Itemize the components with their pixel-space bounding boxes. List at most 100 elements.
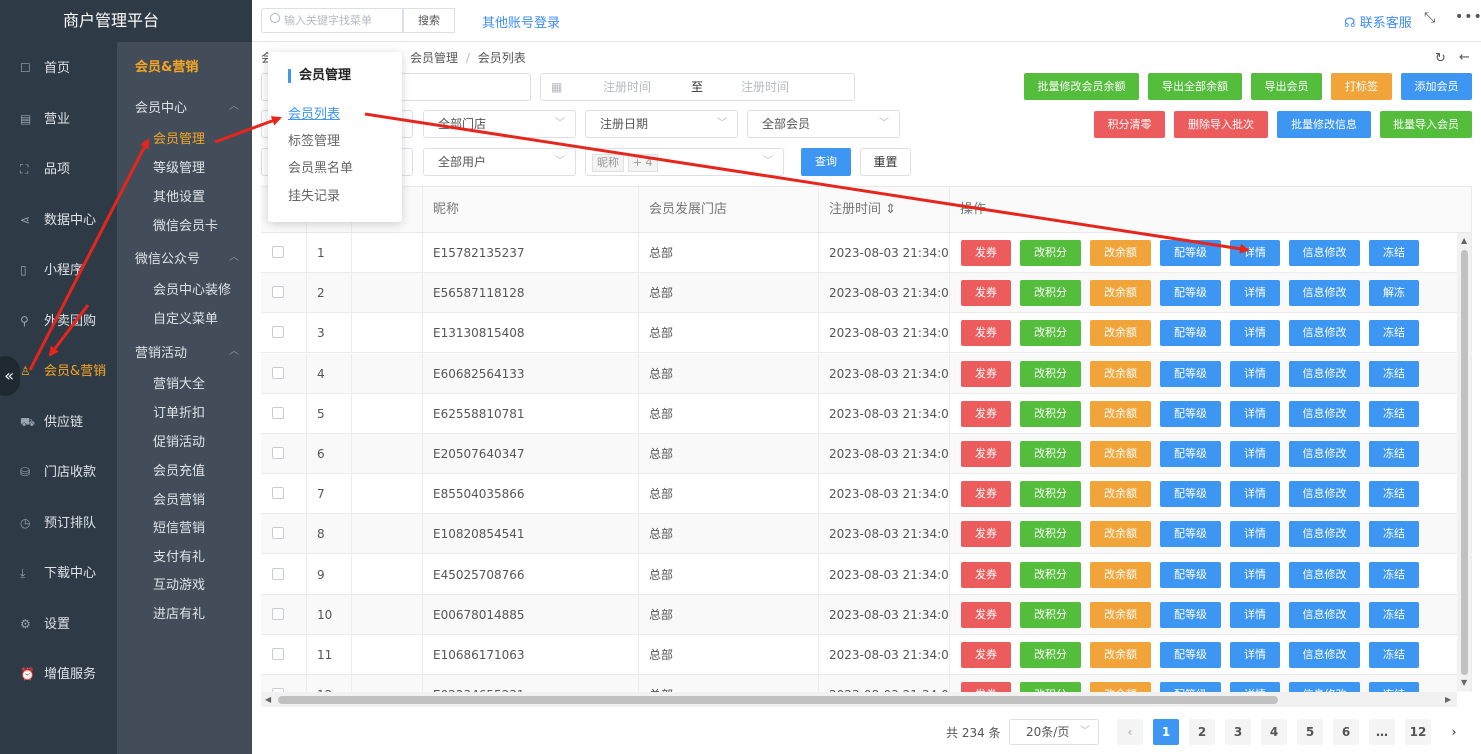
- subnav-item[interactable]: 等级管理: [153, 157, 205, 176]
- details-button[interactable]: 详情: [1230, 521, 1280, 548]
- subnav-item[interactable]: 营销大全: [153, 373, 205, 392]
- freeze-button[interactable]: 冻结: [1369, 400, 1419, 427]
- subnav-item[interactable]: 短信营销: [153, 517, 205, 536]
- popover-item-member-list[interactable]: 会员列表: [288, 103, 340, 122]
- batch-edit-balance-button[interactable]: 批量修改会员余额: [1024, 73, 1139, 100]
- issue-coupon-button[interactable]: 发券: [961, 240, 1011, 266]
- row-checkbox[interactable]: [272, 648, 284, 660]
- horizontal-scrollbar-thumb[interactable]: [278, 696, 1278, 704]
- freeze-button[interactable]: 冻结: [1369, 481, 1419, 508]
- edit-info-button[interactable]: 信息修改: [1289, 682, 1360, 692]
- row-checkbox[interactable]: [272, 527, 284, 540]
- page-button[interactable]: 4: [1261, 719, 1287, 745]
- edit-balance-button[interactable]: 改余额: [1090, 601, 1151, 628]
- assign-level-button[interactable]: 配等级: [1160, 561, 1221, 588]
- subnav-item[interactable]: 促销活动: [153, 431, 205, 450]
- edit-points-button[interactable]: 改积分: [1020, 400, 1081, 427]
- nav-item[interactable]: ⤓ 下载中心: [0, 558, 117, 588]
- customer-service-link[interactable]: ☊ 联系客服: [1344, 12, 1412, 31]
- more-icon[interactable]: •••: [1455, 9, 1481, 25]
- edit-info-button[interactable]: 信息修改: [1289, 360, 1360, 387]
- nav-item[interactable]: ▤ 营业: [0, 104, 117, 134]
- query-button[interactable]: 查询: [801, 148, 851, 176]
- vertical-scrollbar-thumb[interactable]: [1461, 250, 1468, 675]
- assign-level-button[interactable]: 配等级: [1160, 320, 1221, 347]
- issue-coupon-button[interactable]: 发券: [961, 280, 1011, 307]
- edit-points-button[interactable]: 改积分: [1020, 481, 1081, 508]
- edit-balance-button[interactable]: 改余额: [1090, 320, 1151, 347]
- nav-item[interactable]: ⚲ 外卖团购: [0, 306, 117, 336]
- edit-info-button[interactable]: 信息修改: [1289, 521, 1360, 548]
- details-button[interactable]: 详情: [1230, 481, 1280, 508]
- edit-balance-button[interactable]: 改余额: [1090, 280, 1151, 307]
- edit-balance-button[interactable]: 改余额: [1090, 682, 1151, 692]
- popover-item-loss-records[interactable]: 挂失记录: [288, 185, 340, 204]
- edit-points-button[interactable]: 改积分: [1020, 642, 1081, 668]
- row-checkbox[interactable]: [272, 246, 284, 258]
- edit-balance-button[interactable]: 改余额: [1090, 642, 1151, 668]
- row-checkbox[interactable]: [272, 406, 284, 419]
- nav-item[interactable]: ⛁ 门店收款: [0, 457, 117, 487]
- freeze-button[interactable]: 冻结: [1369, 360, 1419, 387]
- subnav-item[interactable]: 会员中心装修: [153, 279, 231, 298]
- page-button[interactable]: 6: [1333, 719, 1359, 745]
- subnav-item[interactable]: 支付有礼: [153, 546, 205, 565]
- clear-points-button[interactable]: 积分清零: [1094, 111, 1165, 138]
- breadcrumb-item[interactable]: 会员管理: [410, 51, 458, 65]
- assign-level-button[interactable]: 配等级: [1160, 601, 1221, 628]
- date-type-select[interactable]: 注册日期 ﹀: [585, 110, 738, 138]
- scroll-down-icon[interactable]: ▼: [1461, 678, 1467, 687]
- tag-button[interactable]: 打标签: [1331, 73, 1392, 100]
- edit-points-button[interactable]: 改积分: [1020, 320, 1081, 347]
- page-button[interactable]: 3: [1225, 719, 1251, 745]
- page-button[interactable]: 1: [1153, 719, 1179, 745]
- subnav-item[interactable]: 订单折扣: [153, 402, 205, 421]
- details-button[interactable]: 详情: [1230, 561, 1280, 588]
- menu-search-input[interactable]: 输入关键字找菜单: [261, 8, 403, 33]
- edit-points-button[interactable]: 改积分: [1020, 521, 1081, 548]
- subnav-item[interactable]: 互动游戏: [153, 574, 205, 593]
- edit-balance-button[interactable]: 改余额: [1090, 400, 1151, 427]
- assign-level-button[interactable]: 配等级: [1160, 682, 1221, 692]
- details-button[interactable]: 详情: [1230, 682, 1280, 692]
- popover-item-tag-management[interactable]: 标签管理: [288, 130, 340, 149]
- nav-item[interactable]: ▯ 小程序: [0, 255, 117, 285]
- freeze-button[interactable]: 冻结: [1369, 320, 1419, 347]
- subnav-item[interactable]: 会员管理: [153, 128, 205, 147]
- scroll-left-icon[interactable]: ◀: [265, 695, 271, 704]
- batch-import-members-button[interactable]: 批量导入会员: [1380, 111, 1472, 138]
- edit-info-button[interactable]: 信息修改: [1289, 601, 1360, 628]
- details-button[interactable]: 详情: [1230, 601, 1280, 628]
- add-member-button[interactable]: 添加会员: [1401, 73, 1472, 100]
- subnav-group[interactable]: 会员中心 ︿: [135, 97, 239, 116]
- row-checkbox[interactable]: [272, 286, 284, 299]
- issue-coupon-button[interactable]: 发券: [961, 561, 1011, 588]
- issue-coupon-button[interactable]: 发券: [961, 441, 1011, 467]
- edit-info-button[interactable]: 信息修改: [1289, 642, 1360, 668]
- edit-points-button[interactable]: 改积分: [1020, 360, 1081, 387]
- export-members-button[interactable]: 导出会员: [1251, 73, 1322, 100]
- details-button[interactable]: 详情: [1230, 240, 1280, 266]
- page-button[interactable]: …: [1369, 719, 1395, 745]
- register-date-range[interactable]: ▦ 注册时间 至 注册时间: [540, 73, 855, 101]
- row-checkbox[interactable]: [272, 326, 284, 339]
- assign-level-button[interactable]: 配等级: [1160, 280, 1221, 307]
- scroll-up-icon[interactable]: ▲: [1461, 236, 1467, 245]
- page-button[interactable]: 12: [1405, 719, 1431, 745]
- edit-balance-button[interactable]: 改余额: [1090, 360, 1151, 387]
- search-button[interactable]: 搜索: [403, 8, 455, 33]
- assign-level-button[interactable]: 配等级: [1160, 360, 1221, 387]
- assign-level-button[interactable]: 配等级: [1160, 521, 1221, 548]
- collapse-sidebar-button[interactable]: «: [0, 356, 20, 396]
- other-account-login-link[interactable]: 其他账号登录: [482, 12, 560, 31]
- issue-coupon-button[interactable]: 发券: [961, 400, 1011, 427]
- page-button[interactable]: 5: [1297, 719, 1323, 745]
- row-checkbox[interactable]: [272, 447, 284, 459]
- row-checkbox[interactable]: [272, 607, 284, 620]
- header-reg-time[interactable]: 注册时间 ⇕: [819, 187, 950, 233]
- edit-info-button[interactable]: 信息修改: [1289, 240, 1360, 266]
- issue-coupon-button[interactable]: 发券: [961, 360, 1011, 387]
- back-arrow-icon[interactable]: ←: [1459, 50, 1470, 65]
- subnav-item[interactable]: 会员营销: [153, 489, 205, 508]
- subnav-item[interactable]: 自定义菜单: [153, 308, 218, 327]
